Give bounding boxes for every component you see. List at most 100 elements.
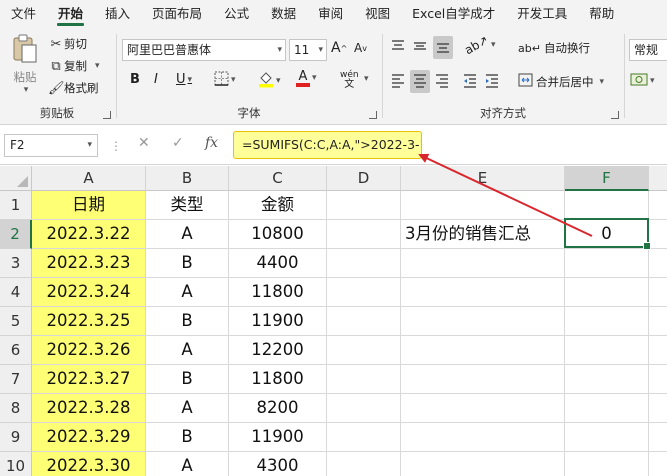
orientation-button[interactable]: ab↗ ▾	[462, 33, 496, 58]
cell-a9[interactable]: 2022.3.29	[32, 423, 146, 452]
cell-f10[interactable]	[565, 452, 649, 476]
name-box[interactable]: F2 ▾	[4, 134, 98, 157]
column-header-b[interactable]: B	[146, 166, 229, 191]
cell-e5[interactable]	[401, 307, 565, 336]
row-header-6[interactable]: 6	[0, 336, 32, 365]
cell-f6[interactable]	[565, 336, 649, 365]
cell-b7[interactable]: B	[146, 365, 229, 394]
cell-c5[interactable]: 11900	[229, 307, 327, 336]
cell-a8[interactable]: 2022.3.28	[32, 394, 146, 423]
font-color-button[interactable]: A ▾	[296, 70, 317, 87]
cell-c2[interactable]: 10800	[229, 220, 327, 249]
cell-a4[interactable]: 2022.3.24	[32, 278, 146, 307]
column-header-e[interactable]: E	[401, 166, 565, 191]
bold-button[interactable]: B	[130, 72, 140, 87]
cell-e10[interactable]	[401, 452, 565, 476]
menu-file[interactable]: 文件	[0, 0, 47, 28]
copy-button[interactable]: ⧉ 复制 ▾	[48, 58, 100, 74]
cell-d1[interactable]	[327, 191, 401, 220]
cell-e9[interactable]	[401, 423, 565, 452]
border-dropdown-icon[interactable]: ▾	[231, 75, 236, 85]
cell-d4[interactable]	[327, 278, 401, 307]
orientation-dropdown-icon[interactable]: ▾	[491, 40, 496, 50]
cell-c10[interactable]: 4300	[229, 452, 327, 476]
formula-bar-splitter-icon[interactable]: ⋮	[110, 139, 122, 153]
cell-a3[interactable]: 2022.3.23	[32, 249, 146, 278]
row-header-9[interactable]: 9	[0, 423, 32, 452]
row-header-7[interactable]: 7	[0, 365, 32, 394]
align-right-button[interactable]	[434, 72, 450, 91]
cell-g4[interactable]	[649, 278, 667, 307]
cell-e1[interactable]	[401, 191, 565, 220]
row-header-2[interactable]: 2	[0, 220, 32, 249]
border-button[interactable]: ▾	[214, 71, 236, 89]
underline-dropdown-icon[interactable]: ▾	[188, 75, 193, 85]
italic-button[interactable]: I	[154, 72, 158, 87]
cell-b2[interactable]: A	[146, 220, 229, 249]
cell-g2[interactable]	[649, 220, 667, 249]
menu-data[interactable]: 数据	[260, 0, 307, 28]
align-top-button[interactable]	[390, 38, 406, 57]
cell-d7[interactable]	[327, 365, 401, 394]
copy-dropdown-icon[interactable]: ▾	[95, 61, 100, 71]
cell-f3[interactable]	[565, 249, 649, 278]
cell-c3[interactable]: 4400	[229, 249, 327, 278]
select-all-button[interactable]	[0, 166, 32, 191]
cell-f7[interactable]	[565, 365, 649, 394]
cell-g6[interactable]	[649, 336, 667, 365]
currency-format-dropdown-icon[interactable]: ▾	[650, 76, 655, 86]
fill-color-dropdown-icon[interactable]: ▾	[276, 76, 281, 86]
fill-color-button[interactable]: ▾	[258, 70, 281, 91]
cancel-icon[interactable]: ✕	[138, 135, 150, 151]
cell-d8[interactable]	[327, 394, 401, 423]
menu-home[interactable]: 开始	[47, 0, 94, 28]
row-header-5[interactable]: 5	[0, 307, 32, 336]
align-center-button[interactable]	[410, 70, 430, 93]
number-format-select[interactable]: 常规	[629, 39, 667, 61]
menu-page-layout[interactable]: 页面布局	[141, 0, 213, 28]
decrease-indent-button[interactable]	[462, 72, 478, 91]
cell-c7[interactable]: 11800	[229, 365, 327, 394]
row-header-4[interactable]: 4	[0, 278, 32, 307]
column-header-g[interactable]	[649, 166, 667, 191]
cell-a6[interactable]: 2022.3.26	[32, 336, 146, 365]
cell-c8[interactable]: 8200	[229, 394, 327, 423]
cell-g9[interactable]	[649, 423, 667, 452]
cell-b10[interactable]: A	[146, 452, 229, 476]
cell-a2[interactable]: 2022.3.22	[32, 220, 146, 249]
cell-b6[interactable]: A	[146, 336, 229, 365]
wrap-text-button[interactable]: ab↵ 自动换行	[518, 40, 590, 56]
column-header-a[interactable]: A	[32, 166, 146, 191]
currency-format-button[interactable]: ▾	[630, 72, 655, 90]
cell-d3[interactable]	[327, 249, 401, 278]
menu-review[interactable]: 审阅	[307, 0, 354, 28]
font-color-dropdown-icon[interactable]: ▾	[312, 73, 317, 83]
row-header-1[interactable]: 1	[0, 191, 32, 220]
cut-button[interactable]: ✂ 剪切	[48, 36, 87, 52]
menu-developer[interactable]: 开发工具	[506, 0, 578, 28]
menu-insert[interactable]: 插入	[94, 0, 141, 28]
column-header-d[interactable]: D	[327, 166, 401, 191]
cell-g10[interactable]	[649, 452, 667, 476]
name-box-dropdown-icon[interactable]: ▾	[87, 135, 92, 156]
cell-f4[interactable]	[565, 278, 649, 307]
cell-c6[interactable]: 12200	[229, 336, 327, 365]
phonetic-dropdown-icon[interactable]: ▾	[364, 74, 369, 84]
align-left-button[interactable]	[390, 72, 406, 91]
format-painter-button[interactable]: 🖌 格式刷	[48, 80, 99, 96]
merge-center-button[interactable]: 合并后居中 ▾	[518, 73, 604, 90]
cell-b9[interactable]: B	[146, 423, 229, 452]
align-middle-button[interactable]	[412, 38, 428, 57]
cell-f9[interactable]	[565, 423, 649, 452]
cell-f5[interactable]	[565, 307, 649, 336]
row-header-10[interactable]: 10	[0, 452, 32, 476]
phonetic-button[interactable]: wén 文	[340, 70, 359, 90]
cell-b4[interactable]: A	[146, 278, 229, 307]
cell-e6[interactable]	[401, 336, 565, 365]
cell-a10[interactable]: 2022.3.30	[32, 452, 146, 476]
cell-a7[interactable]: 2022.3.27	[32, 365, 146, 394]
cell-f8[interactable]	[565, 394, 649, 423]
menu-view[interactable]: 视图	[354, 0, 401, 28]
increase-font-button[interactable]: A ^	[331, 40, 347, 56]
menu-excel-self-study[interactable]: Excel自学成才	[401, 0, 506, 28]
